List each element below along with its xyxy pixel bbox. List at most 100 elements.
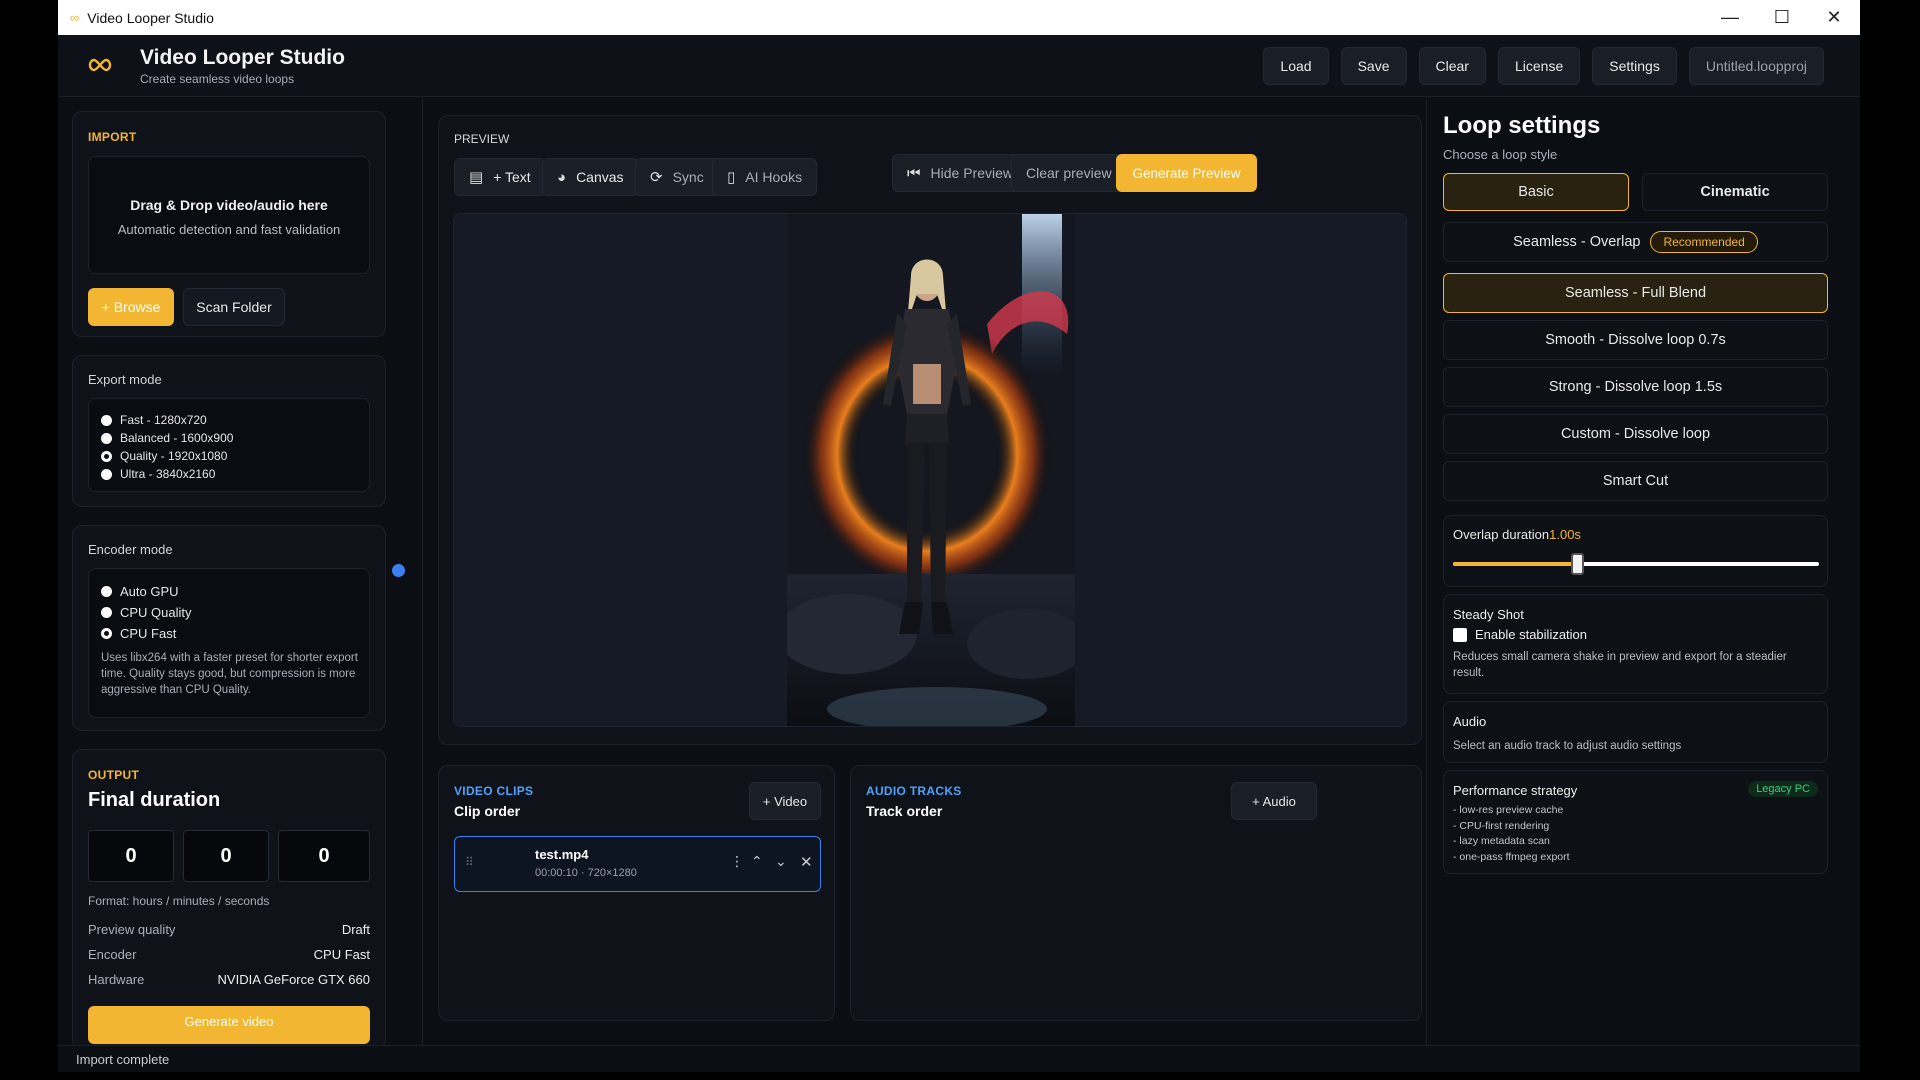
status-bar: Import complete bbox=[58, 1045, 1860, 1072]
maximize-button[interactable]: ☐ bbox=[1756, 0, 1808, 35]
loop-option-seamless-full-blend[interactable]: Seamless - Full Blend bbox=[1443, 273, 1828, 313]
sync-icon: ⟳ bbox=[650, 169, 663, 186]
app-logo-small-icon: ∞ bbox=[70, 10, 80, 25]
app-window: ∞ Video Looper Studio — ☐ ✕ Video Looper… bbox=[58, 0, 1860, 1072]
clip-name: test.mp4 bbox=[535, 847, 589, 862]
clipboard-icon: ▤ bbox=[469, 169, 484, 186]
generate-video-button[interactable]: Generate video bbox=[88, 1006, 370, 1044]
audio-description: Select an audio track to adjust audio se… bbox=[1453, 740, 1682, 752]
minutes-input[interactable]: 0 bbox=[183, 830, 269, 882]
skip-back-icon: ⏮ bbox=[907, 164, 921, 182]
settings-button[interactable]: Settings bbox=[1592, 46, 1677, 85]
drop-zone-title: Drag & Drop video/audio here bbox=[130, 197, 328, 213]
hide-preview-button[interactable]: ⏮ Hide Preview bbox=[892, 154, 1028, 192]
add-video-button[interactable]: + Video bbox=[749, 782, 821, 820]
steady-shot-title: Steady Shot bbox=[1453, 607, 1524, 622]
close-icon[interactable]: ✕ bbox=[800, 853, 813, 871]
drop-zone-subtitle: Automatic detection and fast validation bbox=[117, 222, 341, 237]
audio-card: Audio Select an audio track to adjust au… bbox=[1443, 701, 1828, 763]
preview-quality-row: Preview quality Draft bbox=[88, 922, 370, 937]
encoder-description: Uses libx264 with a faster preset for sh… bbox=[101, 652, 358, 696]
export-option-ultra[interactable]: Ultra - 3840x2160 bbox=[101, 465, 369, 483]
loop-option-smooth-dissolve[interactable]: Smooth - Dissolve loop 0.7s bbox=[1443, 320, 1828, 360]
canvas-button[interactable]: ◕ Canvas bbox=[542, 158, 639, 196]
radio-selected-icon bbox=[101, 450, 112, 462]
add-audio-button[interactable]: + Audio bbox=[1231, 782, 1317, 820]
app-subtitle: Create seamless video loops bbox=[140, 71, 295, 86]
recommended-badge: Recommended bbox=[1650, 231, 1758, 253]
export-mode-options: Fast - 1280x720 Balanced - 1600x900 Qual… bbox=[88, 398, 370, 492]
ai-hooks-button[interactable]: ▯ AI Hooks bbox=[712, 158, 818, 196]
clear-button[interactable]: Clear bbox=[1418, 46, 1486, 85]
tab-basic[interactable]: Basic bbox=[1443, 173, 1629, 211]
radio-selected-icon bbox=[101, 628, 112, 639]
encoder-mode-options: Auto GPU CPU Quality CPU Fast Uses libx2… bbox=[88, 568, 370, 718]
sync-button[interactable]: ⟳ Sync bbox=[635, 158, 719, 196]
drag-handle-icon[interactable]: ⠿ bbox=[465, 855, 474, 869]
export-option-balanced[interactable]: Balanced - 1600x900 bbox=[101, 429, 369, 447]
export-mode-card: Export mode Fast - 1280x720 Balanced - 1… bbox=[72, 355, 386, 507]
chevron-down-icon[interactable]: ⌄ bbox=[775, 853, 787, 870]
loop-settings-title: Loop settings bbox=[1443, 112, 1601, 139]
loop-option-custom-dissolve[interactable]: Custom - Dissolve loop bbox=[1443, 414, 1828, 454]
steady-shot-description: Reduces small camera shake in preview an… bbox=[1453, 651, 1787, 679]
close-button[interactable]: ✕ bbox=[1808, 0, 1860, 35]
tab-cinematic[interactable]: Cinematic bbox=[1642, 173, 1828, 211]
app-body: IMPORT Drag & Drop video/audio here Auto… bbox=[58, 97, 1860, 1049]
loop-option-seamless-overlap[interactable]: Seamless - Overlap Recommended bbox=[1443, 222, 1828, 262]
add-text-button[interactable]: ▤ + Text bbox=[454, 158, 546, 196]
import-card: IMPORT Drag & Drop video/audio here Auto… bbox=[72, 111, 386, 337]
app-title: Video Looper Studio bbox=[140, 45, 345, 69]
loop-settings-panel: Loop settings Choose a loop style Basic … bbox=[1428, 97, 1860, 1045]
legacy-pc-badge: Legacy PC bbox=[1748, 781, 1818, 797]
left-panel: IMPORT Drag & Drop video/audio here Auto… bbox=[58, 97, 423, 1049]
clip-item[interactable]: ⠿ test.mp4 00:00:10 · 720×1280 ✕ ⌄ ⌃ ⋮ bbox=[454, 836, 821, 892]
encoder-mode-label: Encoder mode bbox=[88, 542, 173, 557]
overlap-slider-track[interactable] bbox=[1453, 553, 1819, 575]
video-frame-image bbox=[787, 214, 1075, 726]
loop-settings-subtitle: Choose a loop style bbox=[1443, 147, 1558, 162]
scan-folder-button[interactable]: Scan Folder bbox=[183, 288, 285, 326]
encoder-option-cpu-quality[interactable]: CPU Quality bbox=[101, 602, 359, 623]
app-header: Video Looper Studio Create seamless vide… bbox=[58, 35, 1860, 97]
encoder-mode-card: Encoder mode Auto GPU CPU Quality CPU Fa… bbox=[72, 525, 386, 731]
minimize-button[interactable]: — bbox=[1704, 0, 1756, 35]
radio-icon bbox=[101, 414, 112, 426]
video-preview-area[interactable] bbox=[453, 213, 1407, 727]
encoder-option-auto-gpu[interactable]: Auto GPU bbox=[101, 581, 359, 602]
browse-button[interactable]: + Browse bbox=[88, 288, 174, 326]
track-order-title: Track order bbox=[866, 803, 943, 819]
scroll-indicator-dot[interactable] bbox=[392, 564, 405, 577]
clear-preview-button[interactable]: Clear preview bbox=[1011, 154, 1127, 192]
clip-order-title: Clip order bbox=[454, 803, 521, 819]
document-icon: ▯ bbox=[727, 169, 736, 186]
radio-icon bbox=[101, 468, 112, 480]
output-section-title: OUTPUT bbox=[88, 768, 140, 782]
save-button[interactable]: Save bbox=[1340, 46, 1407, 85]
export-option-quality[interactable]: Quality - 1920x1080 bbox=[101, 447, 369, 465]
overlap-duration-label: Overlap duration1.00s bbox=[1453, 527, 1581, 542]
hours-input[interactable]: 0 bbox=[88, 830, 174, 882]
encoder-option-cpu-fast[interactable]: CPU Fast bbox=[101, 623, 359, 644]
seconds-input[interactable]: 0 bbox=[278, 830, 370, 882]
audio-title: Audio bbox=[1453, 714, 1487, 729]
status-text: Import complete bbox=[76, 1051, 170, 1067]
infinity-logo-icon bbox=[86, 50, 126, 81]
more-options-icon[interactable]: ⋮ bbox=[730, 853, 744, 870]
loop-option-strong-dissolve[interactable]: Strong - Dissolve loop 1.5s bbox=[1443, 367, 1828, 407]
overlap-slider-thumb[interactable] bbox=[1571, 553, 1585, 575]
load-button[interactable]: Load bbox=[1263, 46, 1329, 85]
loop-option-smart-cut[interactable]: Smart Cut bbox=[1443, 461, 1828, 501]
duration-format-hint: Format: hours / minutes / seconds bbox=[88, 894, 270, 908]
preview-card: PREVIEW ▤ + Text ◕ Canvas ⟳ Sync ▯ AI Hooks … bbox=[438, 115, 1422, 745]
stabilization-checkbox[interactable] bbox=[1453, 627, 1467, 642]
stabilization-checkbox-row[interactable]: Enable stabilization bbox=[1453, 627, 1587, 642]
palette-icon: ◕ bbox=[557, 168, 567, 186]
drop-zone[interactable]: Drag & Drop video/audio here Automatic d… bbox=[88, 156, 370, 274]
project-name-button[interactable]: Untitled.loopproj bbox=[1688, 46, 1824, 85]
generate-preview-button[interactable]: Generate Preview bbox=[1116, 154, 1257, 192]
chevron-up-icon[interactable]: ⌃ bbox=[751, 853, 763, 870]
export-option-fast[interactable]: Fast - 1280x720 bbox=[101, 411, 369, 429]
header-toolbar: Load Save Clear License Settings Untitle… bbox=[1263, 46, 1824, 85]
license-button[interactable]: License bbox=[1497, 46, 1581, 85]
